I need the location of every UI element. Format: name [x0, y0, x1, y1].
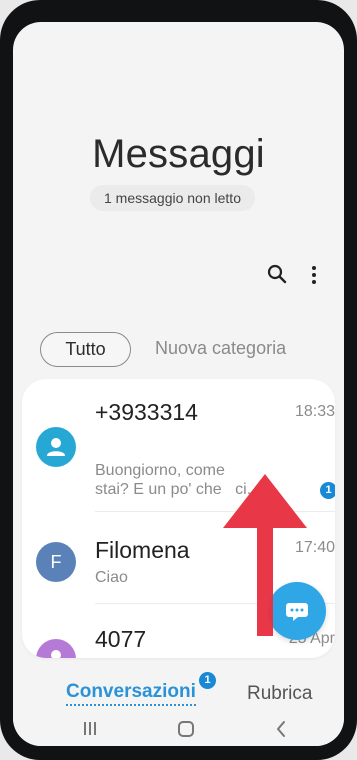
system-navigation-bar — [13, 718, 344, 746]
more-vert-icon[interactable] — [309, 265, 319, 285]
home-icon[interactable] — [177, 720, 195, 738]
preview-line-2-main: stai? E un po' che — [95, 481, 222, 498]
page-title: Messaggi — [92, 132, 265, 176]
new-message-button[interactable] — [268, 582, 326, 640]
tab-conversations[interactable]: Conversazioni — [66, 681, 196, 706]
conversation-time: 17:40 — [294, 539, 335, 556]
conversation-name: 4077 — [95, 626, 147, 652]
tab-contacts[interactable]: Rubrica — [247, 683, 312, 705]
avatar — [36, 427, 76, 467]
conversation-name: +3933314 — [95, 399, 198, 425]
preview-line-2-tail: ci... — [235, 481, 261, 498]
messages-screen: Messaggi 1 messaggio non letto Tutto Nuo… — [13, 22, 344, 746]
tab-badge: 1 — [199, 672, 216, 689]
phone-frame: Messaggi 1 messaggio non letto Tutto Nuo… — [0, 0, 357, 760]
conversation-name: Filomena — [95, 537, 190, 563]
conversation-preview: Buongiorno, come stai? E un po' che ci..… — [95, 461, 300, 499]
avatar — [36, 639, 76, 658]
filter-chip-new-category[interactable]: Nuova categoria — [155, 338, 286, 359]
filter-chip-all[interactable]: Tutto — [40, 332, 131, 367]
preview-line-2: stai? E un po' che ci... — [95, 480, 300, 499]
bottom-tabs: Conversazioni 1 Rubrica — [13, 663, 344, 718]
unread-badge: 1 — [320, 482, 335, 499]
preview-line-1: Buongiorno, come — [95, 462, 225, 479]
avatar: F — [36, 542, 76, 582]
search-icon[interactable] — [266, 263, 288, 285]
conversation-time: 18:33 — [294, 403, 335, 420]
back-icon[interactable] — [274, 720, 288, 738]
person-icon — [36, 427, 76, 467]
conversation-preview: Ciao — [95, 569, 128, 586]
conversation-row[interactable]: +3933314 18:33 Buongiorno, come stai? E … — [22, 379, 335, 512]
person-icon — [36, 639, 76, 658]
recent-apps-icon[interactable] — [83, 721, 98, 736]
unread-summary-pill: 1 messaggio non letto — [90, 185, 255, 211]
